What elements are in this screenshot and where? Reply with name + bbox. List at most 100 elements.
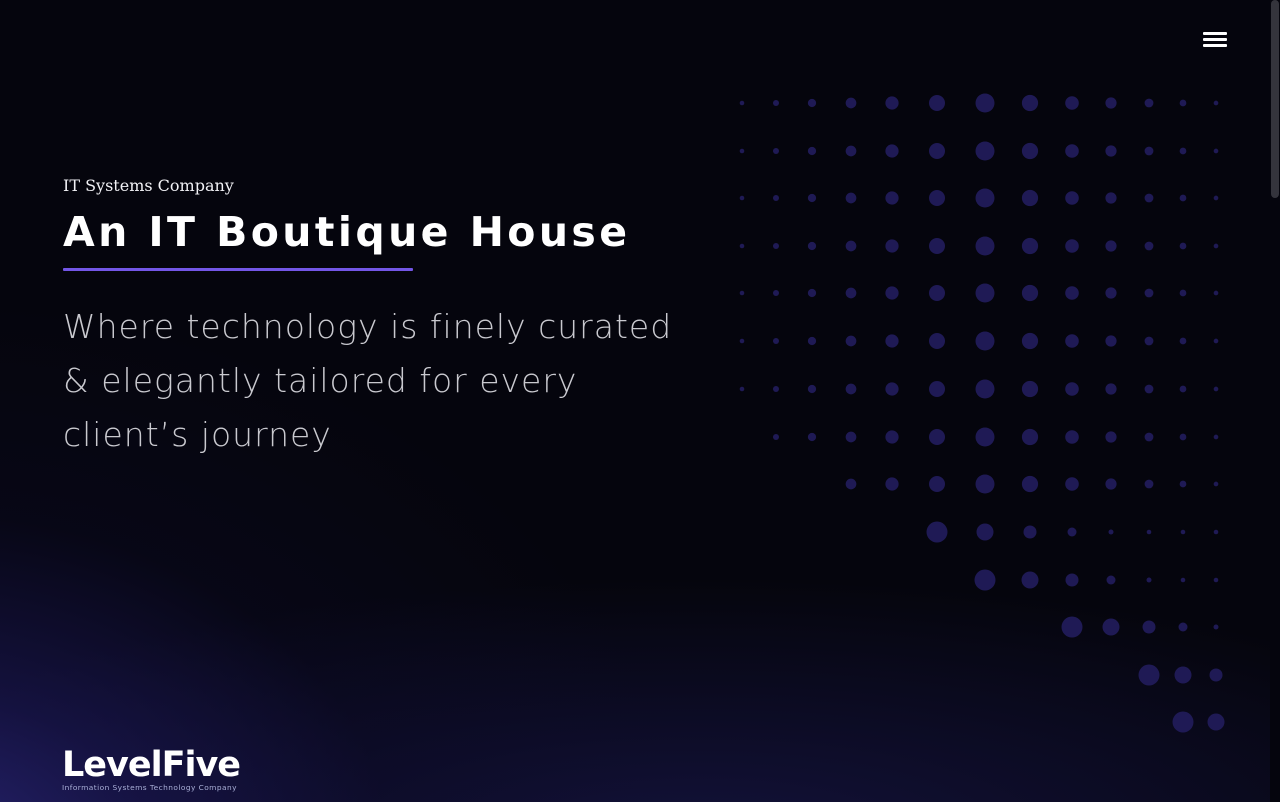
decorative-dot xyxy=(976,523,994,541)
decorative-dot xyxy=(772,433,780,441)
title-underline xyxy=(63,268,413,271)
decorative-dot xyxy=(928,189,946,207)
decorative-dot xyxy=(845,145,857,157)
decorative-dot xyxy=(739,195,745,201)
decorative-dot xyxy=(1142,620,1156,634)
decorative-dot xyxy=(807,146,817,156)
decorative-dot xyxy=(1065,239,1079,253)
decorative-dot xyxy=(1172,711,1194,733)
decorative-dot xyxy=(1065,334,1079,348)
decorative-dot xyxy=(1061,616,1083,638)
decorative-dot xyxy=(928,380,946,398)
decorative-dot xyxy=(885,144,899,158)
decorative-dot xyxy=(975,93,995,113)
hamburger-menu-icon xyxy=(1203,32,1227,35)
decorative-dot xyxy=(1179,242,1187,250)
decorative-dot xyxy=(1138,664,1160,686)
hero-tagline: Where technology is finely curated & ele… xyxy=(63,307,673,454)
decorative-dot xyxy=(1213,434,1219,440)
decorative-dot xyxy=(1179,99,1187,107)
decorative-dot xyxy=(845,192,857,204)
decorative-dot xyxy=(845,240,857,252)
decorative-dot xyxy=(1144,288,1154,298)
decorative-dot xyxy=(1179,385,1187,393)
decorative-dot xyxy=(1108,529,1114,535)
decorative-dot xyxy=(1021,428,1039,446)
logo-subtitle: Information Systems Technology Company xyxy=(62,783,237,792)
page: IT Systems Company An IT Boutique House … xyxy=(0,0,1280,802)
decorative-dot xyxy=(845,383,857,395)
decorative-dot xyxy=(1180,577,1186,583)
decorative-dot xyxy=(1213,481,1219,487)
decorative-dot xyxy=(1021,237,1039,255)
decorative-dot xyxy=(975,331,995,351)
decorative-dot xyxy=(1021,189,1039,207)
decorative-dot xyxy=(928,428,946,446)
decorative-dot xyxy=(739,148,745,154)
decorative-dot xyxy=(1213,148,1219,154)
decorative-dot xyxy=(1105,287,1117,299)
decorative-dot xyxy=(1021,332,1039,350)
hero-eyebrow: IT Systems Company xyxy=(63,176,234,195)
decorative-dot xyxy=(885,430,899,444)
decorative-dot xyxy=(975,379,995,399)
decorative-dot xyxy=(1021,94,1039,112)
levelfive-logo[interactable]: LevelFive Information Systems Technology… xyxy=(62,746,262,796)
decorative-dot xyxy=(1067,527,1077,537)
decorative-dot xyxy=(885,96,899,110)
decorative-dot xyxy=(1213,577,1219,583)
decorative-dot xyxy=(1065,144,1079,158)
decorative-dot xyxy=(845,335,857,347)
decorative-dot xyxy=(1144,193,1154,203)
decorative-dot xyxy=(1207,713,1225,731)
decorative-dot xyxy=(1021,475,1039,493)
decorative-dot xyxy=(885,477,899,491)
decorative-dot xyxy=(975,427,995,447)
hero-section: IT Systems Company An IT Boutique House … xyxy=(63,176,703,462)
decorative-dot xyxy=(845,478,857,490)
decorative-dot xyxy=(1213,290,1219,296)
hamburger-menu-button[interactable] xyxy=(1201,28,1229,50)
decorative-dot xyxy=(1144,384,1154,394)
decorative-dot xyxy=(845,431,857,443)
decorative-dot xyxy=(1213,195,1219,201)
decorative-dot xyxy=(772,385,780,393)
decorative-dot xyxy=(928,94,946,112)
decorative-dot xyxy=(739,290,745,296)
decorative-dot xyxy=(1146,577,1152,583)
decorative-dot xyxy=(1146,529,1152,535)
decorative-dot xyxy=(1179,480,1187,488)
decorative-dot xyxy=(1065,96,1079,110)
decorative-dot xyxy=(807,432,817,442)
scrollbar-track[interactable] xyxy=(1270,0,1280,802)
decorative-dot xyxy=(807,193,817,203)
decorative-dot xyxy=(1023,525,1037,539)
scrollbar-thumb[interactable] xyxy=(1271,0,1279,198)
decorative-dot xyxy=(1021,571,1039,589)
decorative-dot xyxy=(1105,383,1117,395)
decorative-dot xyxy=(845,97,857,109)
decorative-dot xyxy=(1065,430,1079,444)
decorative-dot xyxy=(1178,622,1188,632)
decorative-dot xyxy=(739,338,745,344)
decorative-dot xyxy=(928,237,946,255)
decorative-dot xyxy=(807,288,817,298)
decorative-dot xyxy=(1105,240,1117,252)
decorative-dot xyxy=(1105,335,1117,347)
decorative-dot xyxy=(1144,479,1154,489)
decorative-dot xyxy=(1174,666,1192,684)
decorative-dot xyxy=(928,284,946,302)
decorative-dot xyxy=(772,242,780,250)
decorative-dot xyxy=(928,142,946,160)
decorative-dot xyxy=(739,100,745,106)
decorative-dot xyxy=(1213,386,1219,392)
decorative-dot xyxy=(1213,243,1219,249)
decorative-dot xyxy=(928,332,946,350)
decorative-dot xyxy=(1021,284,1039,302)
decorative-dot xyxy=(1213,338,1219,344)
decorative-dot xyxy=(1179,194,1187,202)
decorative-dot xyxy=(975,474,995,494)
decorative-dot xyxy=(885,286,899,300)
decorative-dot xyxy=(1105,478,1117,490)
decorative-dot xyxy=(1105,97,1117,109)
